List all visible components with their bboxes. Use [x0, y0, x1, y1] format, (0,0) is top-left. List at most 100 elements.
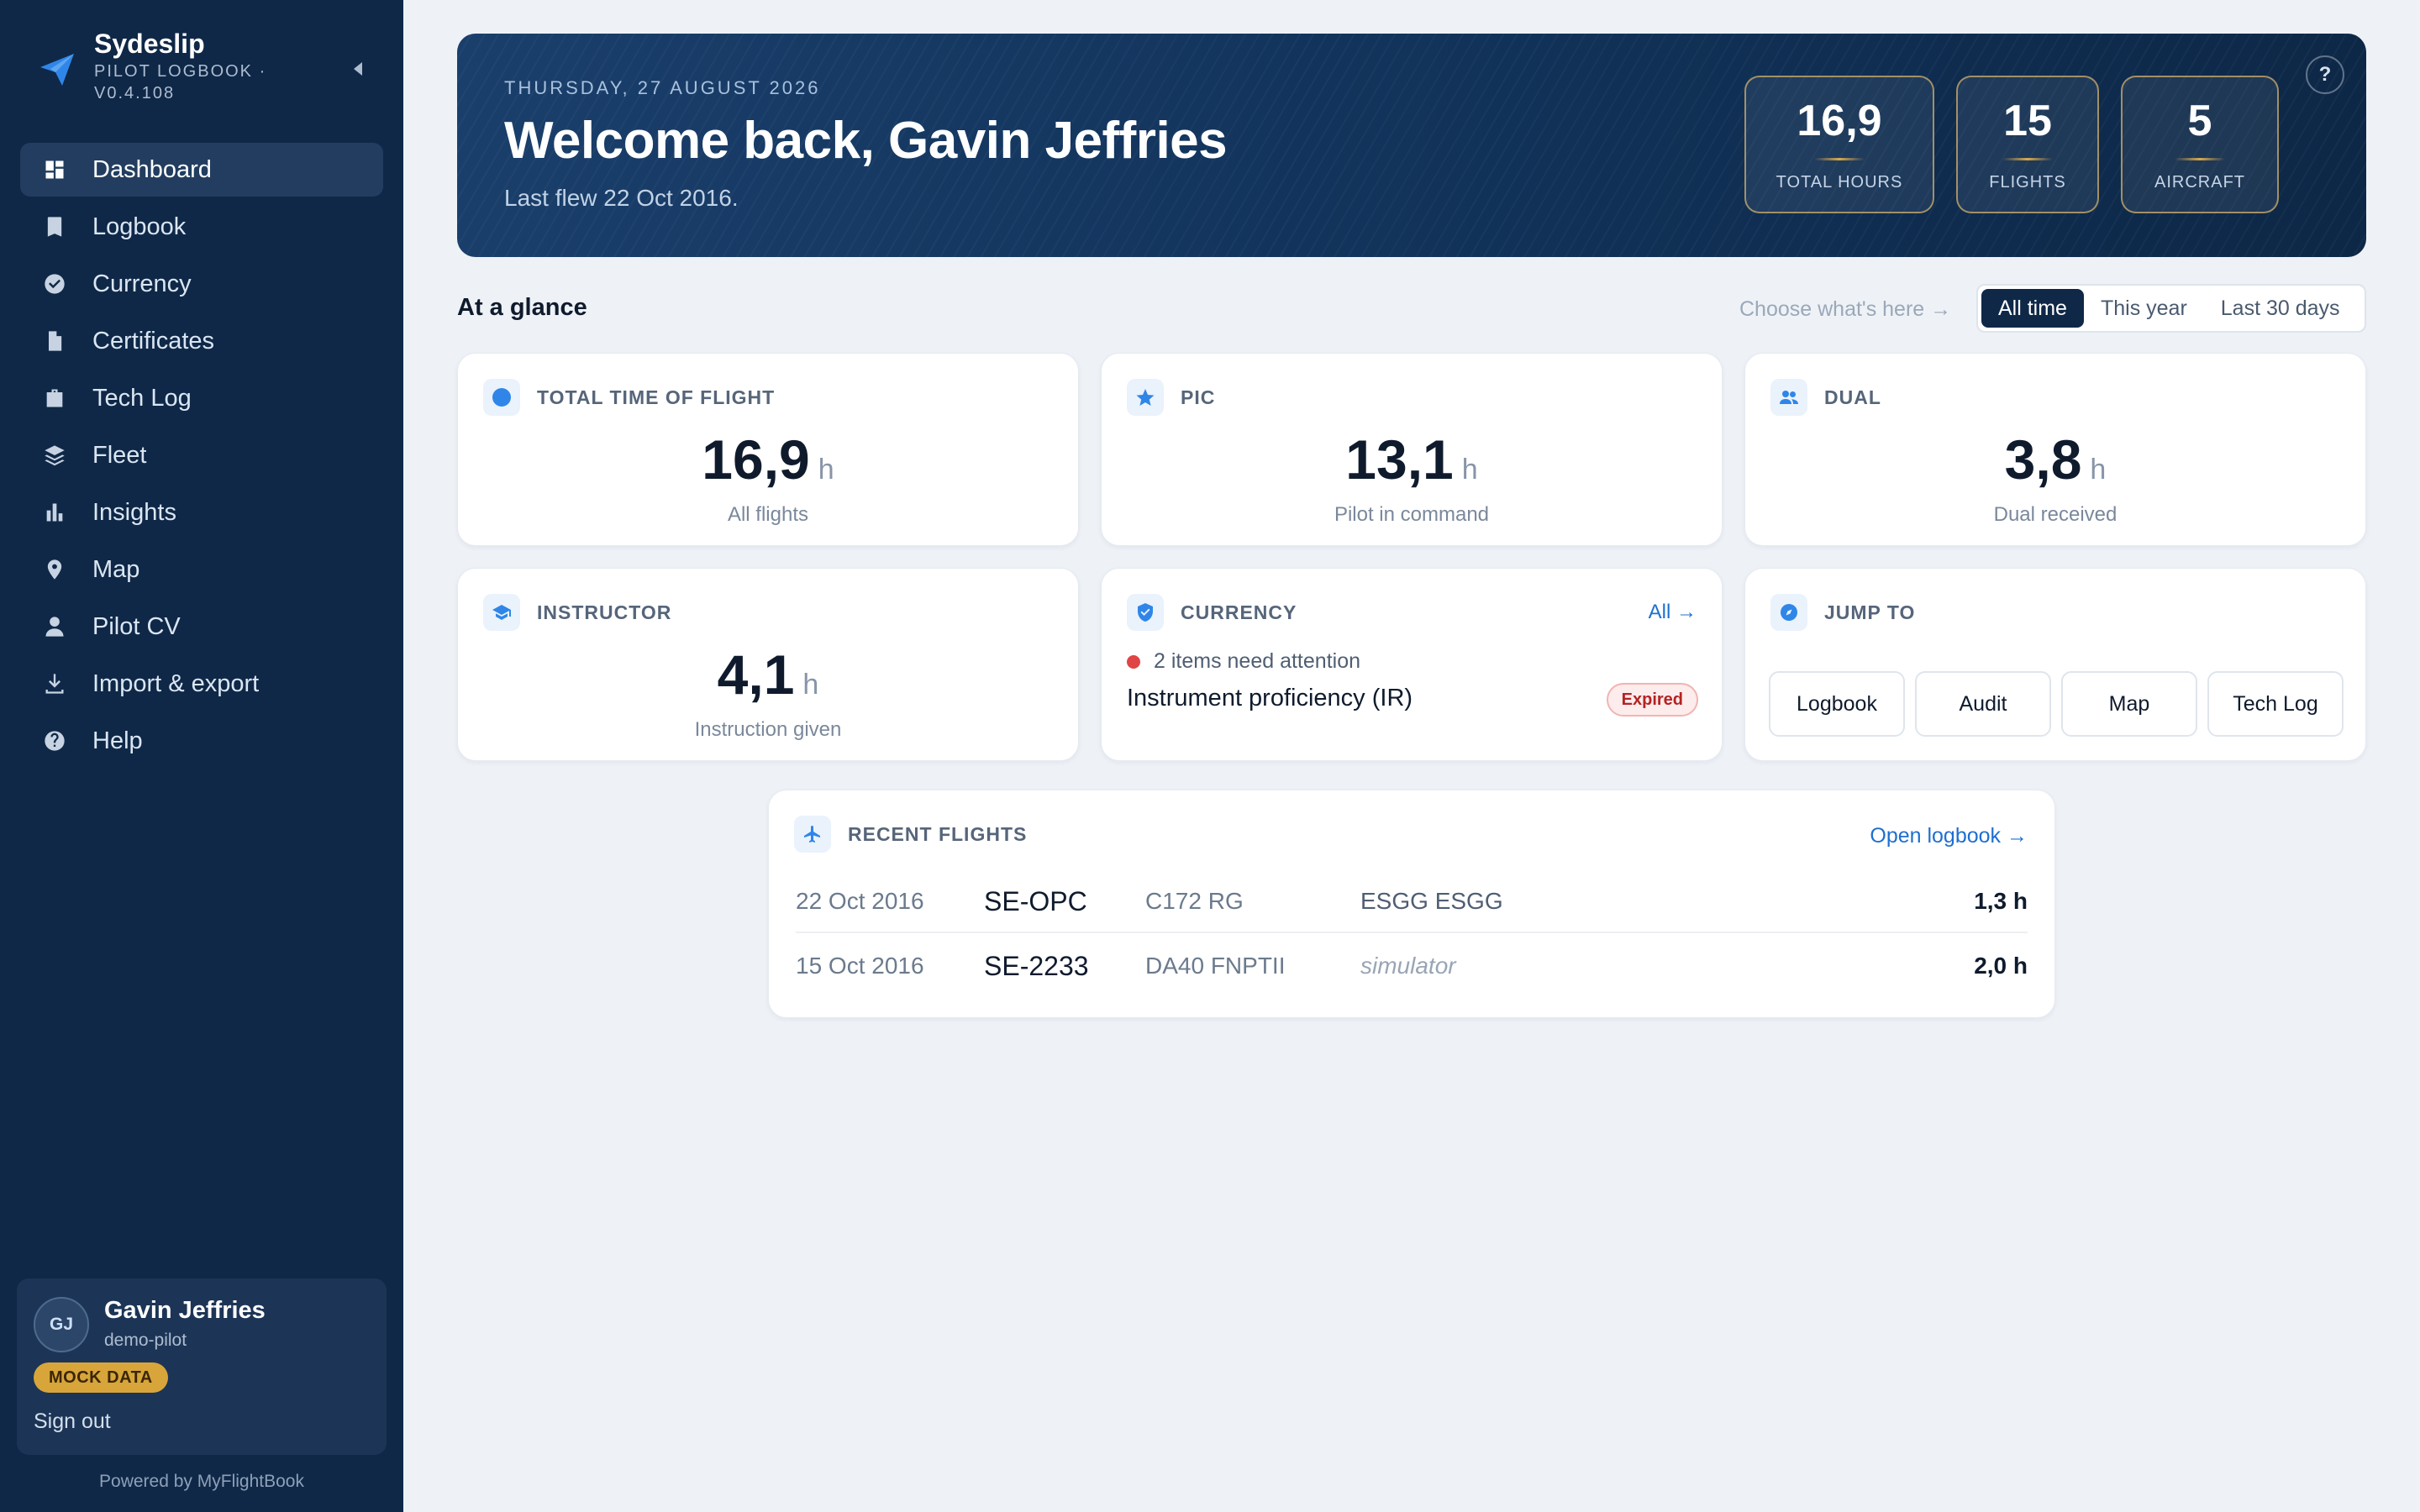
nav-item-help[interactable]: Help [20, 714, 383, 768]
help-button[interactable]: ? [2306, 55, 2344, 94]
nav-item-logbook[interactable]: Logbook [20, 200, 383, 254]
glance-title: At a glance [457, 294, 587, 321]
flight-route: ESGG ESGG [1360, 888, 1503, 914]
card-jump-to: JUMP TO Logbook Audit Map Tech Log [1744, 568, 2366, 761]
nav-item-fleet[interactable]: Fleet [20, 428, 383, 482]
nav-label: Currency [92, 270, 192, 297]
card-number: 13,1 [1345, 428, 1454, 491]
range-toggle: All time This year Last 30 days [1976, 284, 2366, 333]
card-value: 13,1 h [1102, 428, 1722, 491]
card-header: INSTRUCTOR [483, 594, 671, 631]
card-dual[interactable]: DUAL 3,8 h Dual received [1744, 353, 2366, 546]
nav-label: Fleet [92, 441, 147, 469]
nav-item-import-export[interactable]: Import & export [20, 657, 383, 711]
book-icon [42, 214, 67, 239]
nav-label: Certificates [92, 327, 215, 354]
card-instructor[interactable]: INSTRUCTOR 4,1 h Instruction given [457, 568, 1079, 761]
range-all-time[interactable]: All time [1981, 289, 2084, 328]
card-unit: h [2090, 454, 2107, 486]
sidebar: Sydeslip PILOT LOGBOOK · V0.4.108 Dashbo… [0, 0, 403, 1512]
main-nav: Dashboard Logbook Currency Certificates … [20, 143, 383, 771]
card-caption: Dual received [1993, 503, 2118, 526]
card-label: JUMP TO [1824, 601, 1916, 623]
card-header: DUAL [1770, 379, 1881, 416]
person-icon [42, 614, 67, 639]
card-header: TOTAL TIME OF FLIGHT [483, 379, 775, 416]
card-pic[interactable]: PIC 13,1 h Pilot in command [1101, 353, 1723, 546]
caret-left-icon [354, 62, 362, 76]
stat-flights: 15 FLIGHTS [1956, 76, 2099, 213]
open-logbook-link[interactable]: Open logbook → [1870, 824, 2028, 848]
flight-date: 15 Oct 2016 [796, 953, 924, 979]
range-this-year[interactable]: This year [2084, 289, 2204, 328]
nav-item-insights[interactable]: Insights [20, 486, 383, 539]
bar-chart-icon [42, 500, 67, 525]
card-unit: h [818, 454, 834, 486]
currency-item[interactable]: Instrument proficiency (IR) [1127, 685, 1413, 712]
people-icon [1770, 379, 1807, 416]
nav-label: Pilot CV [92, 612, 181, 640]
nav-label: Tech Log [92, 384, 192, 412]
document-icon [42, 328, 67, 354]
alert-dot-icon [1127, 654, 1140, 669]
status-badge: Expired [1606, 683, 1698, 717]
flight-duration: 1,3 h [1974, 888, 2028, 914]
recent-flights-card: RECENT FLIGHTS Open logbook → 22 Oct 201… [768, 790, 2055, 1018]
app-name: Sydeslip [94, 29, 205, 59]
hero-title: Welcome back, Gavin Jeffries [504, 112, 1228, 170]
avatar[interactable]: GJ [34, 1297, 89, 1352]
graduation-cap-icon [483, 594, 520, 631]
flight-row[interactable]: 15 Oct 2016 SE-2233 DA40 FNPTII simulato… [796, 935, 2028, 997]
jump-logbook-button[interactable]: Logbook [1769, 671, 1905, 737]
download-icon [42, 671, 67, 696]
stat-value: 5 [2187, 97, 2212, 145]
help-circle-icon [42, 728, 67, 753]
flight-date: 22 Oct 2016 [796, 888, 924, 914]
card-total-time[interactable]: TOTAL TIME OF FLIGHT 16,9 h All flights [457, 353, 1079, 546]
user-name: Gavin Jeffries [104, 1297, 266, 1324]
stat-divider [1814, 158, 1865, 160]
brand[interactable]: Sydeslip PILOT LOGBOOK · V0.4.108 [37, 27, 287, 104]
card-number: 3,8 [2004, 428, 2082, 491]
card-label: INSTRUCTOR [537, 601, 672, 623]
jump-tech-log-button[interactable]: Tech Log [2207, 671, 2344, 737]
nav-label: Import & export [92, 669, 260, 697]
card-header: RECENT FLIGHTS [794, 816, 1027, 853]
compass-icon [1770, 594, 1807, 631]
card-unit: h [1461, 454, 1478, 486]
app-subtitle: PILOT LOGBOOK · V0.4.108 [94, 62, 267, 102]
card-value: 4,1 h [458, 643, 1078, 706]
sign-out-link[interactable]: Sign out [34, 1410, 111, 1434]
card-label: TOTAL TIME OF FLIGHT [537, 386, 776, 408]
star-icon [1127, 379, 1164, 416]
jump-audit-button[interactable]: Audit [1915, 671, 2051, 737]
card-caption: Instruction given [694, 718, 842, 741]
currency-alert-text: 2 items need attention [1154, 649, 1360, 673]
nav-item-dashboard[interactable]: Dashboard [20, 143, 383, 197]
flight-row[interactable]: 22 Oct 2016 SE-OPC C172 RG ESGG ESGG 1,3… [796, 871, 2028, 933]
stat-aircraft: 5 AIRCRAFT [2121, 76, 2279, 213]
jump-map-button[interactable]: Map [2061, 671, 2197, 737]
airplane-icon [794, 816, 831, 853]
nav-item-certificates[interactable]: Certificates [20, 314, 383, 368]
collapse-sidebar-button[interactable] [345, 55, 371, 82]
card-number: 4,1 [717, 643, 795, 706]
user-card: GJ Gavin Jeffries demo-pilot MOCK DATA S… [17, 1278, 387, 1455]
nav-label: Logbook [92, 213, 187, 240]
stat-label: AIRCRAFT [2154, 173, 2245, 192]
briefcase-icon [42, 386, 67, 411]
nav-item-tech-log[interactable]: Tech Log [20, 371, 383, 425]
nav-item-map[interactable]: Map [20, 543, 383, 596]
currency-alert: 2 items need attention [1127, 649, 1360, 674]
card-header: JUMP TO [1770, 594, 1915, 631]
currency-all-link[interactable]: All → [1649, 601, 1697, 624]
stat-divider [2175, 158, 2225, 160]
choose-widgets-link[interactable]: Choose what's here → [1739, 297, 1951, 322]
stat-label: TOTAL HOURS [1776, 173, 1903, 192]
nav-item-currency[interactable]: Currency [20, 257, 383, 311]
card-number: 16,9 [702, 428, 810, 491]
range-last-30-days[interactable]: Last 30 days [2204, 289, 2357, 328]
card-currency: CURRENCY All → 2 items need attention In… [1101, 568, 1723, 761]
nav-item-pilot-cv[interactable]: Pilot CV [20, 600, 383, 654]
welcome-hero: THURSDAY, 27 AUGUST 2026 Welcome back, G… [457, 34, 2366, 257]
